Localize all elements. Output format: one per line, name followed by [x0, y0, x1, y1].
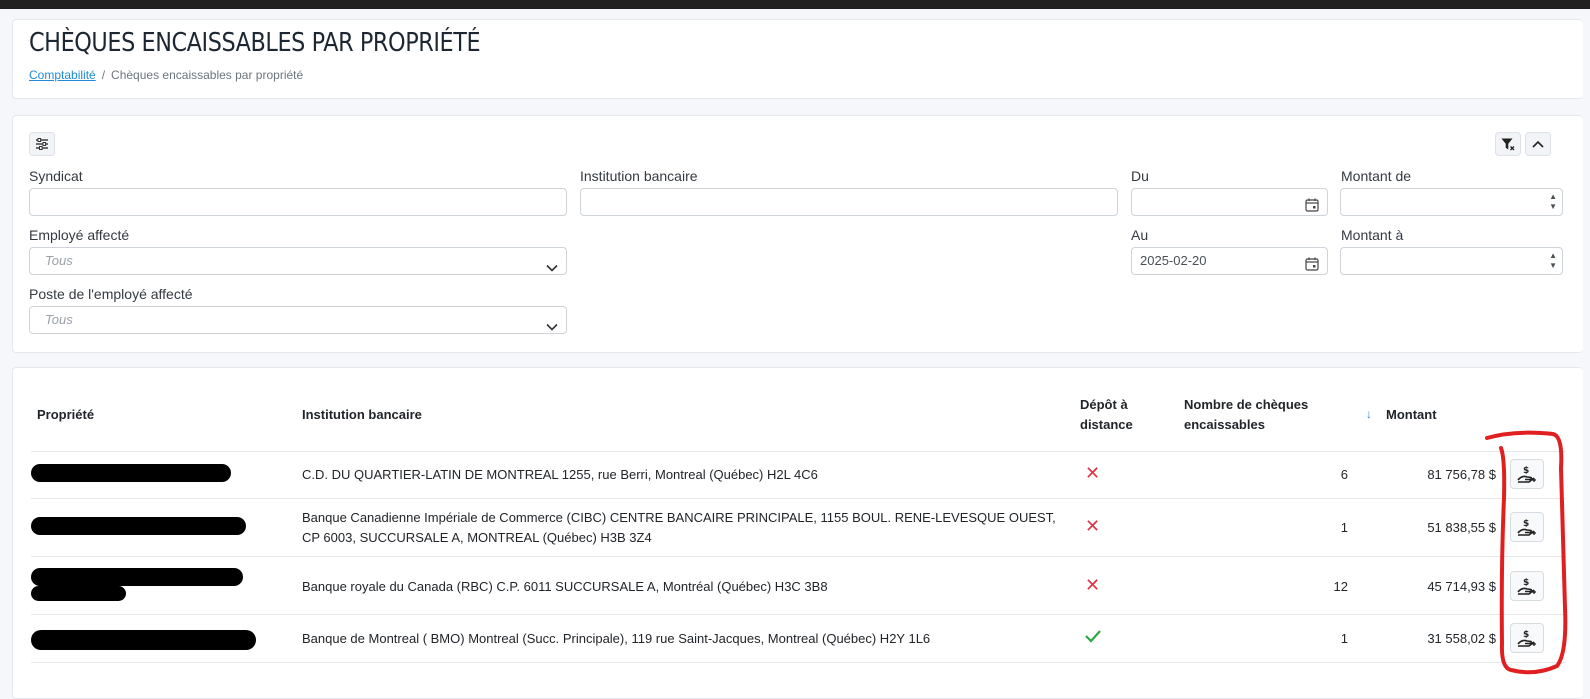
filter-settings-button[interactable]: [29, 132, 55, 156]
chevron-down-icon: [546, 255, 558, 281]
deposit-cheque-icon: $: [1517, 466, 1536, 483]
svg-text:$: $: [1523, 630, 1529, 640]
montant-de-input[interactable]: ▲ ▼: [1340, 188, 1563, 216]
redacted-property-name: [31, 517, 246, 535]
poste-select[interactable]: Tous: [29, 306, 567, 334]
number-stepper[interactable]: ▲ ▼: [1549, 192, 1557, 212]
top-bar: [0, 0, 1590, 9]
sort-desc-arrow-icon[interactable]: ↓: [1366, 404, 1372, 424]
row-3-institution: Banque royale du Canada (RBC) C.P. 6011 …: [302, 579, 828, 594]
montant-de-label: Montant de: [1341, 168, 1412, 184]
deposit-cheque-icon: $: [1517, 578, 1536, 595]
svg-text:$: $: [1523, 578, 1529, 588]
col-header-montant[interactable]: Montant: [1386, 405, 1437, 425]
row-2-amount: 51 838,55 $: [1427, 520, 1496, 535]
col-header-nombre[interactable]: Nombre de chèques encaissables: [1184, 395, 1308, 435]
row-4-institution: Banque de Montreal ( BMO) Montreal (Succ…: [302, 631, 931, 646]
col-header-depot-line2: distance: [1080, 417, 1133, 432]
au-date-value: 2025-02-20: [1140, 253, 1207, 268]
row-divider: [31, 498, 1566, 499]
row-divider: [31, 556, 1566, 557]
row-3-amount: 45 714,93 $: [1427, 579, 1496, 594]
poste-select-value: Tous: [45, 312, 73, 327]
deposit-action-button[interactable]: $: [1510, 512, 1544, 542]
calendar-icon[interactable]: [1305, 254, 1319, 280]
chevron-down-icon: [546, 314, 558, 340]
syndicat-input[interactable]: [29, 188, 567, 216]
deposit-cheque-icon: $: [1517, 630, 1536, 647]
x-mark-icon: ✕: [1085, 516, 1101, 536]
chevron-up-icon: [1532, 140, 1544, 148]
filters-card: Syndicat Institution bancaire Du Montant…: [12, 115, 1583, 353]
number-stepper[interactable]: ▲ ▼: [1549, 251, 1557, 271]
row-1-institution: C.D. DU QUARTIER-LATIN DE MONTREAL 1255,…: [302, 467, 818, 482]
calendar-icon[interactable]: [1305, 195, 1319, 221]
row-1-amount: 81 756,78 $: [1427, 467, 1496, 482]
row-2-institution: Banque Canadienne Impériale de Commerce …: [302, 510, 1056, 545]
employe-select-value: Tous: [45, 253, 73, 268]
page-title: CHÈQUES ENCAISSABLES PAR PROPRIÉTÉ: [29, 28, 481, 58]
checkmark-icon: [1084, 628, 1102, 649]
svg-text:$: $: [1523, 466, 1529, 476]
du-date-input[interactable]: [1131, 188, 1328, 216]
au-date-input[interactable]: 2025-02-20: [1131, 247, 1328, 275]
deposit-action-button[interactable]: $: [1510, 571, 1544, 601]
row-1-count: 6: [1340, 467, 1348, 482]
clear-filters-button[interactable]: [1495, 132, 1521, 156]
row-divider: [31, 614, 1566, 615]
x-mark-icon: ✕: [1085, 463, 1101, 483]
redacted-property-name: [31, 630, 256, 650]
row-divider: [31, 451, 1566, 452]
row-2-count: 1: [1340, 520, 1348, 535]
row-divider: [31, 662, 1566, 663]
col-header-depot-line1: Dépôt à: [1080, 397, 1128, 412]
col-header-nombre-line2: encaissables: [1184, 417, 1265, 432]
breadcrumb-link-comptabilite[interactable]: Comptabilité: [29, 68, 96, 82]
row-4-amount: 31 558,02 $: [1427, 631, 1496, 646]
svg-text:$: $: [1523, 519, 1529, 529]
breadcrumb-current: Chèques encaissables par propriété: [111, 68, 304, 82]
deposit-action-button[interactable]: $: [1510, 459, 1544, 489]
row-3-count: 12: [1333, 579, 1348, 594]
au-label: Au: [1131, 227, 1149, 243]
collapse-filters-button[interactable]: [1525, 132, 1551, 156]
col-header-propriete[interactable]: Propriété: [37, 405, 94, 425]
col-header-institution[interactable]: Institution bancaire: [302, 405, 422, 425]
row-4-count: 1: [1340, 631, 1348, 646]
employe-label: Employé affecté: [29, 227, 130, 243]
col-header-depot[interactable]: Dépôt à distance: [1080, 395, 1133, 435]
deposit-action-button[interactable]: $: [1510, 623, 1544, 653]
du-label: Du: [1131, 168, 1149, 184]
syndicat-label: Syndicat: [29, 168, 83, 184]
breadcrumb-separator: /: [101, 68, 106, 82]
institution-input[interactable]: [580, 188, 1118, 216]
results-table-card: Propriété Institution bancaire Dépôt à d…: [12, 367, 1583, 699]
montant-a-label: Montant à: [1341, 227, 1404, 243]
deposit-cheque-icon: $: [1517, 519, 1536, 536]
col-header-nombre-line1: Nombre de chèques: [1184, 397, 1309, 412]
poste-label: Poste de l'employé affecté: [29, 286, 193, 302]
breadcrumb: Comptabilité / Chèques encaissables par pr…: [29, 68, 303, 82]
x-mark-icon: ✕: [1085, 575, 1101, 595]
redacted-property-name: [31, 568, 243, 586]
montant-a-input[interactable]: ▲ ▼: [1340, 247, 1563, 275]
redacted-property-name: [31, 464, 231, 482]
sliders-icon: [36, 138, 48, 150]
employe-select[interactable]: Tous: [29, 247, 567, 275]
redacted-property-name: [31, 586, 126, 601]
filter-clear-icon: [1501, 138, 1515, 150]
institution-label: Institution bancaire: [580, 168, 698, 184]
page-header-card: CHÈQUES ENCAISSABLES PAR PROPRIÉTÉ Compt…: [12, 19, 1583, 99]
